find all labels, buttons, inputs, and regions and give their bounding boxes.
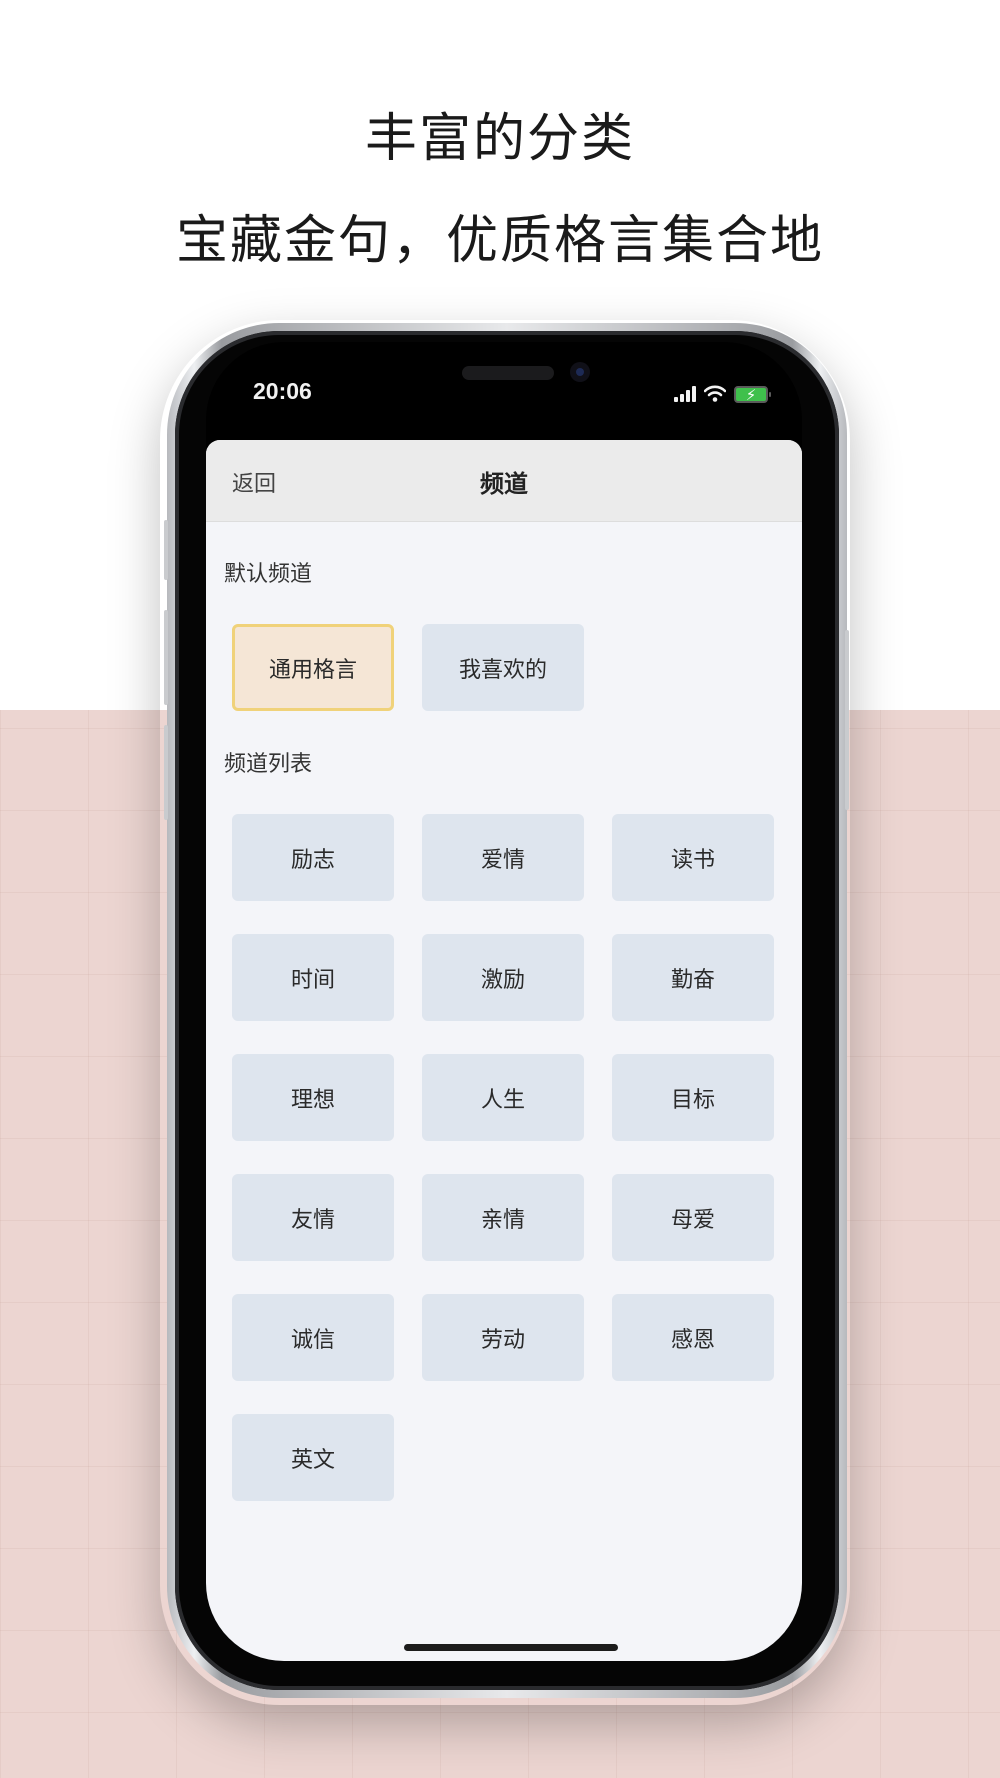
signal-icon [674, 386, 696, 402]
chip-label: 友情 [290, 1207, 335, 1233]
chip-label: 理想 [290, 1087, 335, 1113]
speaker-grille [462, 366, 554, 380]
channel-chip[interactable]: 英文 [232, 1414, 394, 1501]
chip-label: 通用格言 [268, 657, 357, 683]
channel-chip[interactable]: 理想 [232, 1054, 394, 1141]
channel-chip[interactable]: 母爱 [612, 1174, 774, 1261]
chip-label: 目标 [670, 1087, 715, 1113]
channel-chip[interactable]: 激励 [422, 934, 584, 1021]
promo-headline-text: 丰富的分类 [364, 109, 635, 169]
promo-headline: 丰富的分类 [364, 104, 635, 178]
channel-chip[interactable]: 目标 [612, 1054, 774, 1141]
chip-label: 读书 [670, 847, 715, 873]
channel-chip[interactable]: 励志 [232, 814, 394, 901]
phone-volume-button-left-2 [164, 610, 168, 705]
phone-volume-button-left [164, 520, 168, 580]
phone-side-button-right [845, 630, 849, 810]
channel-chip[interactable]: 友情 [232, 1174, 394, 1261]
channel-chip[interactable]: 感恩 [612, 1294, 774, 1381]
chip-label: 劳动 [480, 1327, 525, 1353]
channel-chip[interactable]: 时间 [232, 934, 394, 1021]
chip-label: 亲情 [480, 1207, 525, 1233]
channel-chip[interactable]: 诚信 [232, 1294, 394, 1381]
channel-chip[interactable]: 劳动 [422, 1294, 584, 1381]
channel-chip[interactable]: 亲情 [422, 1174, 584, 1261]
promo-subline: 宝藏金句，优质格言集合地 [175, 211, 824, 271]
status-bar: 20:06 ⚡ [206, 342, 802, 440]
status-time: 20:06 [253, 378, 312, 404]
default-channels-title: 默认频道 [224, 562, 313, 587]
chip-label: 励志 [290, 847, 335, 873]
front-camera [570, 362, 590, 382]
chip-label: 时间 [290, 967, 335, 993]
wifi-icon [704, 385, 726, 402]
status-icons: ⚡ [674, 382, 771, 404]
charging-bolt-icon: ⚡ [745, 386, 757, 404]
chip-label: 英文 [290, 1447, 335, 1473]
channel-chip[interactable]: 读书 [612, 814, 774, 901]
default-channel-chip[interactable]: 通用格言 [232, 624, 394, 711]
default-channel-chip[interactable]: 我喜欢的 [422, 624, 584, 711]
channel-chip[interactable]: 人生 [422, 1054, 584, 1141]
chip-label: 母爱 [670, 1207, 715, 1233]
promo-headline-wrap: 丰富的分类 [0, 104, 1000, 178]
home-indicator[interactable] [404, 1644, 618, 1651]
page-title: 频道 [480, 470, 528, 498]
nav-bar: 返回 频道 [206, 440, 802, 522]
chip-label: 激励 [480, 967, 525, 993]
chip-label: 人生 [480, 1087, 525, 1113]
channel-chip[interactable]: 爱情 [422, 814, 584, 901]
chip-label: 感恩 [670, 1327, 715, 1353]
chip-label: 勤奋 [670, 967, 715, 993]
chip-label: 我喜欢的 [458, 657, 547, 683]
battery-charging-icon: ⚡ [734, 386, 771, 404]
chip-label: 爱情 [480, 847, 525, 873]
channel-list-title: 频道列表 [224, 752, 313, 777]
channel-page: 返回 频道 默认频道 通用格言 我喜欢的 频道列表 励志 爱情 读书 时间 激励… [206, 440, 802, 1661]
chip-label: 诚信 [290, 1327, 335, 1353]
phone-volume-button-left-3 [164, 725, 168, 820]
channel-chip[interactable]: 勤奋 [612, 934, 774, 1021]
phone-screen: 20:06 ⚡ 返回 频道 默认频道 通用格言 我喜欢的 频道列表 励志 爱情 … [206, 342, 802, 1661]
